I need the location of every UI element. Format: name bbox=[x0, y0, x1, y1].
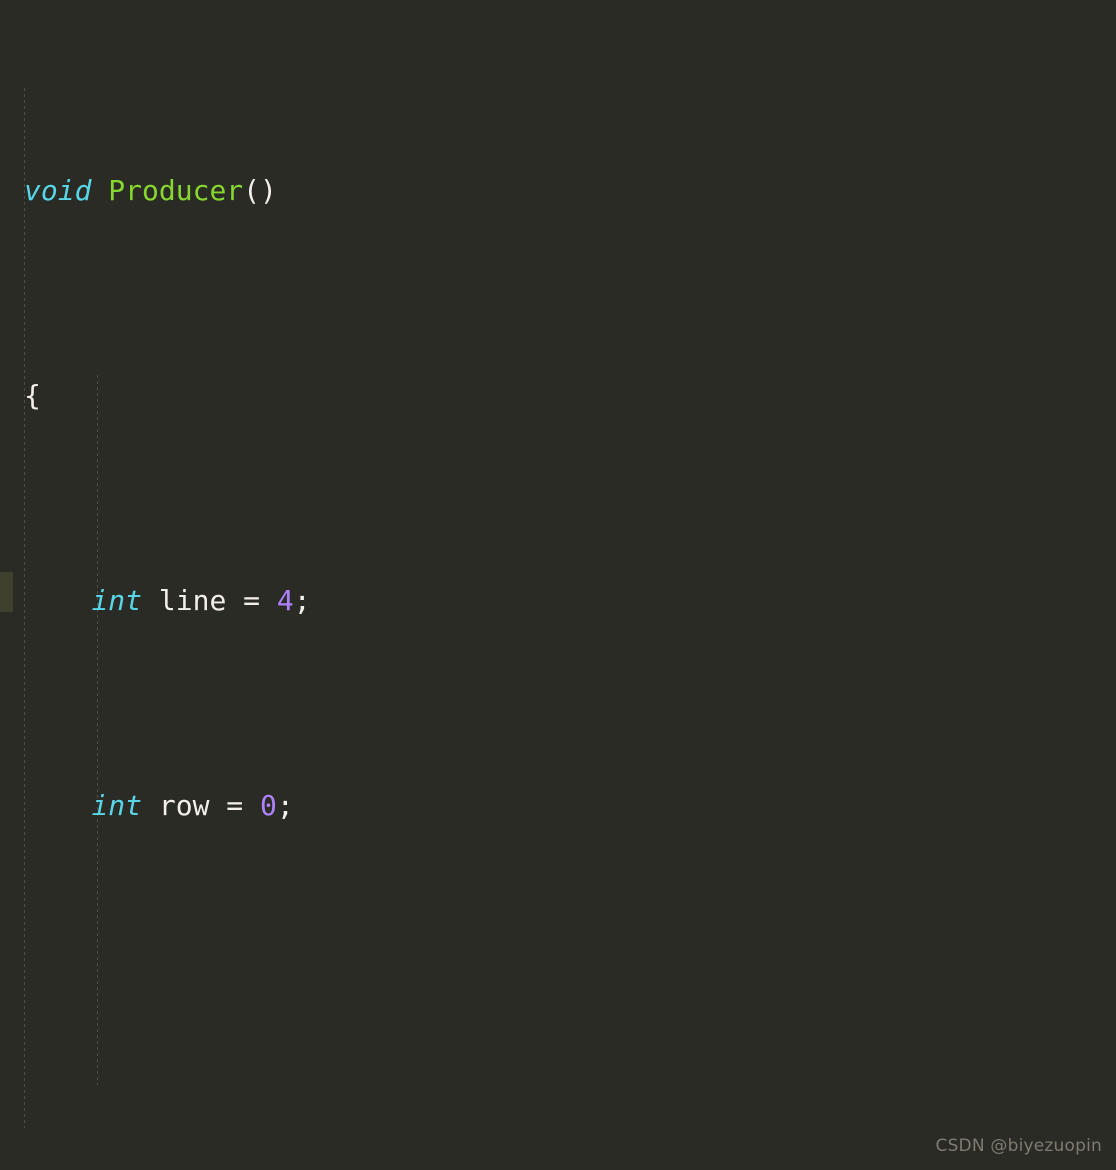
number-literal: 4 bbox=[276, 584, 294, 617]
code-editor-view: void Producer() { int line = 4; int row … bbox=[0, 0, 1116, 1170]
function-name-producer: Producer bbox=[108, 174, 244, 207]
semicolon: ; bbox=[293, 584, 311, 617]
keyword-int: int bbox=[91, 789, 143, 822]
number-literal: 0 bbox=[260, 789, 277, 822]
watermark-text: CSDN @biyezuopin bbox=[935, 1136, 1102, 1156]
code-line-1: void Producer() bbox=[24, 170, 1116, 211]
open-brace-function: { bbox=[24, 379, 41, 412]
semicolon: ; bbox=[276, 789, 294, 822]
keyword-void: void bbox=[24, 174, 92, 207]
code-line-4: int row = 0; bbox=[24, 785, 1116, 826]
keyword-int: int bbox=[91, 584, 143, 617]
code-content[interactable]: void Producer() { int line = 4; int row … bbox=[0, 0, 1116, 1170]
code-line-2: { bbox=[24, 375, 1116, 416]
code-line-5-blank bbox=[24, 990, 1116, 1031]
code-line-3: int line = 4; bbox=[24, 580, 1116, 621]
parentheses: () bbox=[243, 174, 277, 207]
variable-line-decl: line = bbox=[142, 584, 277, 617]
variable-row-decl: row = bbox=[142, 789, 261, 822]
